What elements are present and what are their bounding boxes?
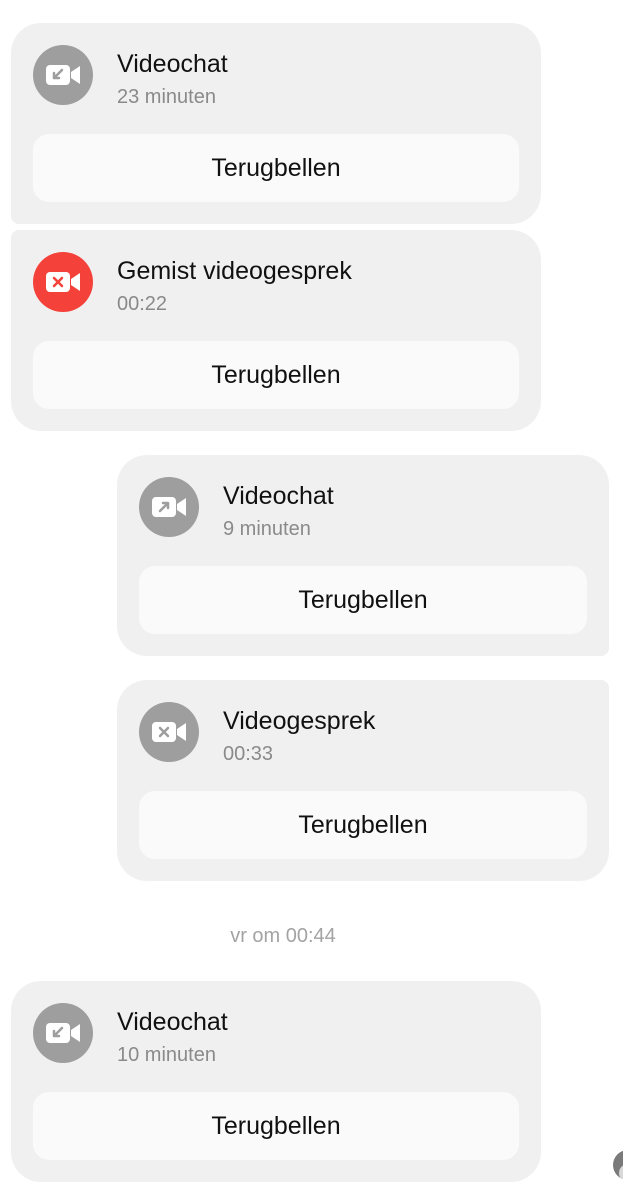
call-message-bubble[interactable]: Videochat 10 minuten Terugbellen: [11, 981, 541, 1182]
call-message-bubble[interactable]: Videochat 23 minuten Terugbellen: [11, 23, 541, 224]
call-time: 00:33: [223, 743, 274, 765]
call-duration: 10 minuten: [117, 1044, 216, 1066]
incoming-video-call-icon: [33, 1003, 93, 1063]
missed-video-call-icon: [33, 252, 93, 312]
call-message-bubble[interactable]: Gemist videogesprek 00:22 Terugbellen: [11, 230, 541, 431]
call-title: Videochat: [117, 50, 228, 78]
call-title: Videochat: [117, 1008, 228, 1036]
call-duration: 9 minuten: [223, 518, 311, 540]
cancelled-video-call-icon: [139, 702, 199, 762]
call-message-bubble[interactable]: Videochat 9 minuten Terugbellen: [117, 455, 609, 656]
callback-button[interactable]: Terugbellen: [33, 134, 519, 202]
call-title: Videogesprek: [223, 707, 376, 735]
callback-button[interactable]: Terugbellen: [33, 341, 519, 409]
date-separator: vr om 00:44: [230, 925, 336, 947]
call-title: Videochat: [223, 482, 334, 510]
call-title: Gemist videogesprek: [117, 257, 352, 285]
call-duration: 23 minuten: [117, 86, 216, 108]
callback-button[interactable]: Terugbellen: [139, 791, 587, 859]
call-message-bubble[interactable]: Videogesprek 00:33 Terugbellen: [117, 680, 609, 881]
incoming-video-call-icon: [33, 45, 93, 105]
call-time: 00:22: [117, 293, 168, 315]
callback-button[interactable]: Terugbellen: [139, 566, 587, 634]
avatar[interactable]: [613, 1150, 623, 1180]
callback-button[interactable]: Terugbellen: [33, 1092, 519, 1160]
outgoing-video-call-icon: [139, 477, 199, 537]
